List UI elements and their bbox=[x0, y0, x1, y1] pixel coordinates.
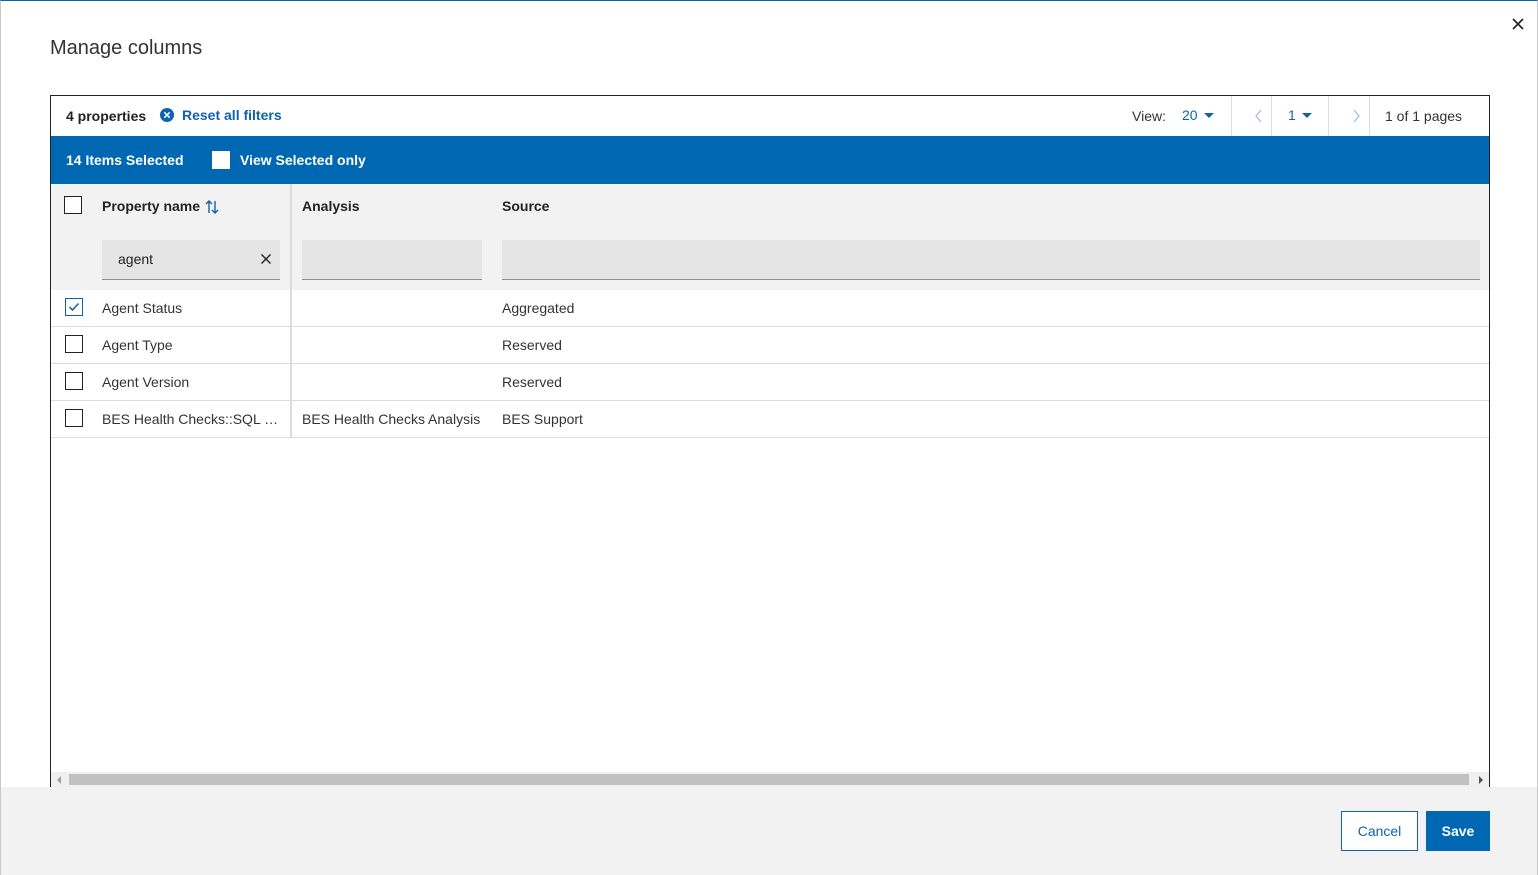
row-checkbox[interactable] bbox=[65, 298, 83, 316]
scroll-right-arrow-icon[interactable] bbox=[1479, 776, 1483, 784]
table-row[interactable]: BES Health Checks::SQL S... BES Health C… bbox=[51, 401, 1489, 438]
next-page-button[interactable] bbox=[1328, 96, 1384, 136]
view-selected-only-checkbox[interactable] bbox=[212, 151, 230, 169]
column-header-property-name[interactable]: Property name bbox=[102, 198, 200, 214]
close-icon bbox=[1512, 18, 1524, 30]
toolbar-divider bbox=[1271, 96, 1272, 136]
page-number-select[interactable]: 1 bbox=[1288, 107, 1312, 123]
table-row[interactable]: Agent Type Reserved bbox=[51, 327, 1489, 364]
view-selected-only-toggle[interactable]: View Selected only bbox=[212, 151, 366, 169]
pages-info: 1 of 1 pages bbox=[1385, 108, 1463, 124]
column-divider[interactable] bbox=[290, 184, 292, 438]
select-all-checkbox[interactable] bbox=[64, 196, 82, 214]
source-cell: Reserved bbox=[502, 337, 562, 353]
items-per-page-value: 20 bbox=[1182, 107, 1198, 123]
source-filter-input[interactable] bbox=[502, 240, 1480, 280]
view-selected-only-label: View Selected only bbox=[240, 152, 366, 168]
close-button[interactable] bbox=[1507, 13, 1529, 35]
page-number-value: 1 bbox=[1288, 107, 1296, 123]
scroll-left-arrow-icon[interactable] bbox=[57, 776, 61, 784]
column-header-source[interactable]: Source bbox=[502, 198, 549, 214]
analysis-cell: BES Health Checks Analysis bbox=[302, 411, 481, 427]
source-cell: BES Support bbox=[502, 411, 583, 427]
row-checkbox[interactable] bbox=[65, 335, 83, 353]
cancel-button[interactable]: Cancel bbox=[1341, 811, 1418, 851]
caret-down-icon bbox=[1301, 112, 1312, 118]
sort-icon[interactable] bbox=[205, 200, 219, 214]
dialog-footer: Cancel Save bbox=[1, 787, 1537, 875]
chevron-left-icon bbox=[1255, 109, 1262, 123]
save-button[interactable]: Save bbox=[1426, 811, 1490, 851]
analysis-filter-input[interactable] bbox=[302, 240, 482, 280]
scrollbar-thumb[interactable] bbox=[69, 774, 1469, 785]
chevron-right-icon bbox=[1353, 109, 1360, 123]
previous-page-button[interactable] bbox=[1231, 96, 1287, 136]
properties-count: 4 properties bbox=[66, 108, 147, 124]
dialog-title: Manage columns bbox=[50, 37, 203, 59]
columns-table-panel: 4 properties Reset all filters View: 20 bbox=[50, 95, 1490, 787]
row-checkbox[interactable] bbox=[65, 409, 83, 427]
source-cell: Aggregated bbox=[502, 300, 575, 316]
toolbar-divider bbox=[1369, 96, 1370, 136]
property-name-cell: Agent Status bbox=[102, 300, 183, 316]
clear-circle-icon bbox=[160, 108, 174, 122]
source-cell: Reserved bbox=[502, 374, 562, 390]
reset-all-filters-label: Reset all filters bbox=[182, 107, 282, 123]
manage-columns-dialog: Manage columns 4 properties Reset all fi… bbox=[0, 0, 1538, 875]
property-name-filter-value: agent bbox=[118, 251, 154, 267]
table-row[interactable]: Agent Status Aggregated bbox=[51, 290, 1489, 327]
table-row[interactable]: Agent Version Reserved bbox=[51, 364, 1489, 401]
caret-down-icon bbox=[1203, 112, 1214, 118]
property-name-filter-input[interactable]: agent bbox=[102, 240, 280, 280]
checkmark-icon bbox=[68, 302, 80, 312]
property-name-cell: Agent Version bbox=[102, 374, 190, 390]
items-per-page-select[interactable]: 20 bbox=[1182, 107, 1214, 123]
selection-bar: 14 Items Selected View Selected only bbox=[51, 136, 1489, 184]
property-name-cell: BES Health Checks::SQL S... bbox=[102, 411, 282, 427]
close-icon[interactable] bbox=[258, 251, 274, 267]
table-toolbar: 4 properties Reset all filters View: 20 bbox=[51, 96, 1489, 136]
column-header-analysis[interactable]: Analysis bbox=[302, 198, 360, 214]
items-selected-count: 14 Items Selected bbox=[66, 152, 184, 168]
table-header: Property name Analysis Source agent bbox=[51, 184, 1489, 290]
property-name-cell: Agent Type bbox=[102, 337, 173, 353]
horizontal-scrollbar[interactable] bbox=[51, 772, 1489, 787]
view-label: View: bbox=[1132, 108, 1166, 124]
row-checkbox[interactable] bbox=[65, 372, 83, 390]
reset-all-filters-link[interactable]: Reset all filters bbox=[159, 107, 282, 123]
